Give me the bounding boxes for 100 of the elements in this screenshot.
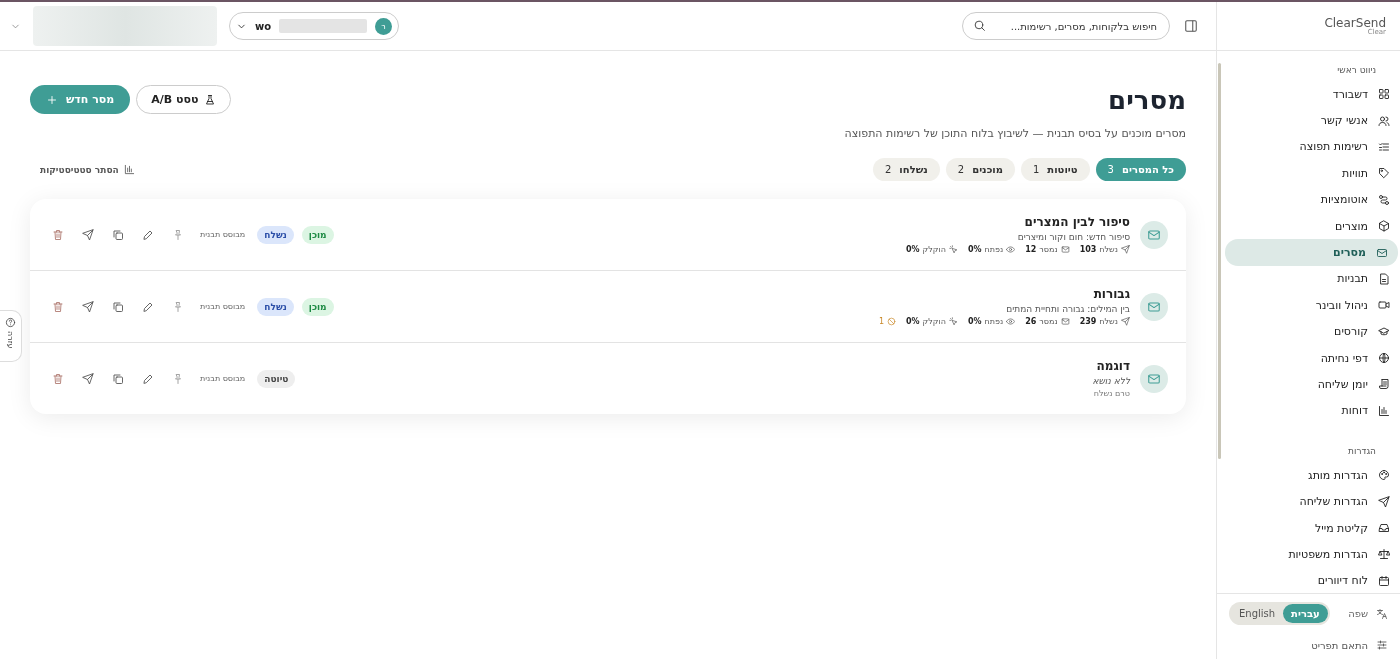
envelope-icon [1376,246,1388,259]
stat-label: הוקלק [922,317,946,326]
nav-item[interactable]: הגדרות שליחה [1225,488,1400,515]
nav-item[interactable]: אוטומציות [1225,186,1400,213]
ab-test-button[interactable]: טסט A/B [136,85,232,114]
blocked-count: 1 [878,317,884,326]
template-label: מבוסס תבנית [200,302,246,311]
grid-icon [1378,88,1390,101]
stat-value: 103 [1079,245,1097,254]
stat-value: 0% [905,245,920,254]
pin-icon [172,228,184,241]
stat-value: 26 [1025,317,1037,326]
send-button[interactable] [80,226,96,243]
stat-label: נשלח [1099,317,1118,326]
hide-stats-button[interactable]: הסתר סטטיסטיקות [30,164,145,175]
list-icon [1378,140,1390,153]
nav-item[interactable]: רשימות תפוצה [1225,133,1400,161]
message-subject: ללא נושא [1092,376,1130,386]
pin-icon [172,372,184,385]
stat-label: הוקלק [922,245,946,254]
status-badge: נשלח [257,225,294,244]
send-button[interactable] [80,370,96,387]
send-icon [82,300,94,313]
customize-menu-link[interactable]: התאם תפריט [1229,635,1388,655]
cursor-click-icon [948,245,958,254]
plus-icon [46,93,58,106]
nav-item[interactable]: דוחות [1225,397,1400,425]
message-title[interactable]: גבורות [878,287,1130,301]
bar-chart-icon [1378,404,1390,417]
envelope-icon [1147,227,1161,242]
nav-item[interactable]: לוח דיוורים [1225,567,1400,593]
cursor-click-icon [948,317,958,326]
stat-label: נשלח [1099,245,1118,254]
template-label: מבוסס תבנית [200,374,246,383]
stat-label: נפתח [984,317,1004,326]
stat-value: 0% [905,317,920,326]
tag-icon [1378,167,1390,180]
send-icon [1121,245,1130,254]
sliders-icon [1376,639,1388,651]
nav-item[interactable]: הגדרות מותג [1225,462,1400,489]
route-icon [1378,193,1390,206]
calendar-icon [1378,574,1390,587]
help-tab[interactable]: עזרה [0,310,22,362]
envelope-icon [1060,317,1070,326]
message-title[interactable]: דוגמה [1092,359,1130,373]
scale-icon [1378,548,1390,561]
sidebar-toggle-icon[interactable] [1182,17,1200,35]
nav-item[interactable]: תוויות [1225,160,1400,187]
send-icon [1121,317,1130,326]
stat-value: 0% [967,317,982,326]
stat-value: 239 [1079,317,1097,326]
trash-icon [52,228,64,241]
nav-item[interactable]: דפי נחיתה [1225,344,1400,372]
status-badge: נשלח [257,297,294,316]
pencil-icon [142,372,154,385]
scrollbar[interactable] [1218,63,1221,459]
eye-icon [1006,245,1016,254]
search-field[interactable]: חיפוש בלקוחות, מסרים, רשימות... [962,12,1170,40]
graduation-cap-icon [1378,325,1390,338]
pin-icon [172,300,184,313]
help-icon [5,317,16,328]
section-heading: ניווט ראשי [1336,65,1377,77]
trash-icon [52,300,64,313]
status-badge: טיוטה [257,369,296,388]
nav-item[interactable]: הגדרות משפטיות [1225,541,1400,568]
send-button[interactable] [80,298,96,315]
bar-chart-icon [123,164,135,175]
nav-item[interactable]: ניהול וובינר [1225,292,1400,319]
send-icon [82,372,94,385]
pencil-icon [142,300,154,313]
language-option[interactable]: English [1231,604,1284,623]
nav-item[interactable]: תבניות [1225,265,1400,293]
pencil-icon [142,228,154,241]
video-camera-icon [1378,299,1390,312]
translate-icon [1376,607,1388,620]
language-label: שפה [1348,608,1368,619]
eye-icon [1006,317,1016,326]
nav-item[interactable]: דשבורד [1225,81,1400,108]
nav-item[interactable]: מוצרים [1225,212,1400,240]
people-icon [1378,114,1390,127]
status-badge: מוכן [301,297,334,316]
section-heading: הגדרות [1347,445,1377,459]
status-badge: מוכן [301,225,334,244]
message-subject: בין המילים: גבורה ותחיית המתים [1005,304,1130,314]
nav-item[interactable]: מסרים [1225,239,1398,266]
page-subtitle: מסרים מוכנים על בסיס תבנית — לשיבוץ בלוח התוכן של רשימות התפוצה [844,127,1186,140]
stat-label: נפתח [984,245,1004,254]
globe-icon [1378,352,1390,365]
search-icon [973,19,986,32]
inbox-icon [1378,522,1390,535]
message-title[interactable]: סיפור לבין המצרים [905,215,1130,229]
nav-item[interactable]: קליטת מייל [1225,514,1400,542]
palette-icon [1378,469,1390,482]
stat-label: נמסר [1039,245,1058,254]
send-icon [82,228,94,241]
copy-icon [112,372,124,385]
send-status: טרם נשלח [1092,389,1130,398]
nav-item[interactable]: יומן שליחה [1225,371,1400,398]
nav-item[interactable]: אנשי קשר [1225,107,1400,134]
nav-item[interactable]: קורסים [1225,318,1400,345]
